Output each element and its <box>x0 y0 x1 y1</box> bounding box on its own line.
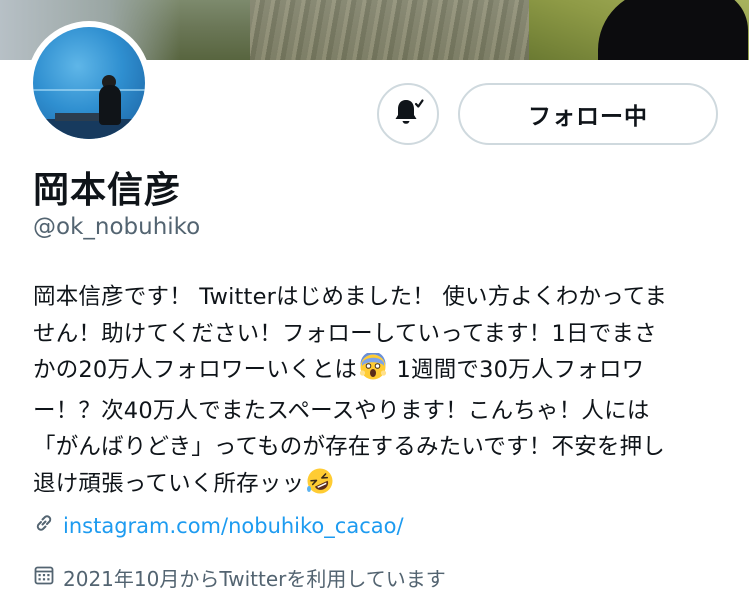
link-icon <box>33 512 55 539</box>
banner-ruins <box>250 0 550 60</box>
notification-bell-button[interactable] <box>377 83 439 145</box>
website-link[interactable]: instagram.com/nobuhiko_cacao/ <box>63 514 404 538</box>
username-handle: @ok_nobuhiko <box>33 214 201 240</box>
website-row: instagram.com/nobuhiko_cacao/ <box>33 512 404 539</box>
calendar-icon <box>33 564 55 591</box>
following-button[interactable]: フォロー中 <box>458 83 718 145</box>
following-button-label: フォロー中 <box>528 104 648 130</box>
banner-person-silhouette <box>598 0 748 60</box>
bio-line-text: 1週間で30万人フォロワ <box>389 357 645 384</box>
bio-line: ー！？次40万人でまたスペースやります！こんちゃ！人には <box>33 397 650 424</box>
bio-line: かの20万人フォロワーいくとは 1週間で30万人フォロワ <box>33 351 733 393</box>
bio-line-text: かの20万人フォロワーいくとは <box>33 357 358 384</box>
avatar-aquarium-glass <box>33 89 145 91</box>
bio-line: 岡本信彦です！ Twitterはじめました！ 使い方よくわかってま <box>33 284 668 310</box>
display-name: 岡本信彦 <box>33 170 182 211</box>
bio-line: 退け頑張っていく所存ッッ <box>33 466 733 507</box>
profile-bio: 岡本信彦です！ Twitterはじめました！ 使い方よくわかってま せん！助けて… <box>33 279 733 507</box>
avatar-floor <box>33 119 145 139</box>
profile-page: フォロー中 岡本信彦 @ok_nobuhiko 岡本信彦です！ Twitterは… <box>0 0 749 605</box>
rolling-on-floor-laughing-emoji <box>306 467 334 507</box>
avatar[interactable] <box>33 27 145 139</box>
joined-date: 2021年10月からTwitterを利用しています <box>63 567 446 591</box>
bio-line: 「がんばりどき」ってものが存在するみたいです！不安を押し <box>33 434 666 461</box>
face-screaming-in-fear-emoji <box>359 351 387 393</box>
bio-line-text: 退け頑張っていく所存ッッ <box>33 470 305 497</box>
avatar-person-body <box>99 85 121 125</box>
bio-line: せん！助けてください！フォローしていってます！1日でまさ <box>33 320 657 347</box>
notification-bell-icon <box>391 95 425 133</box>
joined-date-row: 2021年10月からTwitterを利用しています <box>33 563 446 592</box>
